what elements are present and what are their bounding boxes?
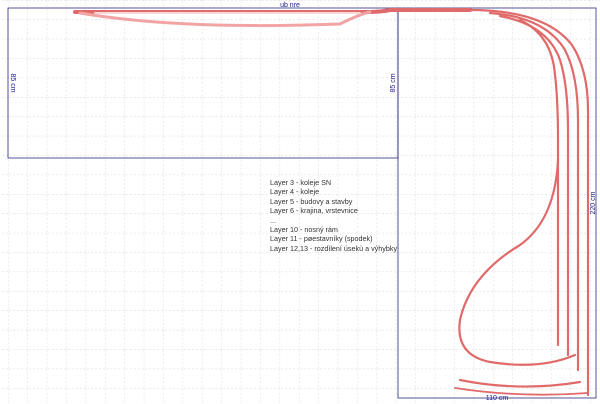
legend-row: ...: [270, 215, 276, 225]
dim-bottom-width: 110 cm: [486, 395, 509, 402]
legend-row: Layer 3 - koleje SN: [270, 178, 332, 187]
dim-inner-depth: 85 cm: [390, 73, 397, 92]
legend-row: Layer 6 - krajina, vrstevnice: [270, 206, 358, 216]
legend-row: Layer 12,13 - rozdìlení úsekù a výhybky: [270, 243, 398, 253]
track-plan-canvas: ub nre 85 cm 85 cm 220 cm 110 cm Layer 3…: [0, 0, 600, 404]
track-top-station: [73, 8, 472, 14]
dim-left-depth: 85 cm: [9, 73, 16, 92]
legend-row: Layer 4 - koleje: [270, 187, 320, 197]
legend-row: Layer 5 - budovy a stavby: [270, 196, 353, 206]
legend-row: Layer 11 - pøestavníky (spodek): [270, 234, 373, 244]
dim-top-label: ub nre: [280, 2, 300, 9]
dim-right-leg: 220 cm: [590, 191, 597, 214]
layer-legend: Layer 3 - koleje SN Layer 4 - koleje Lay…: [270, 178, 397, 253]
legend-row: Layer 10 - nosný rám: [270, 225, 338, 235]
